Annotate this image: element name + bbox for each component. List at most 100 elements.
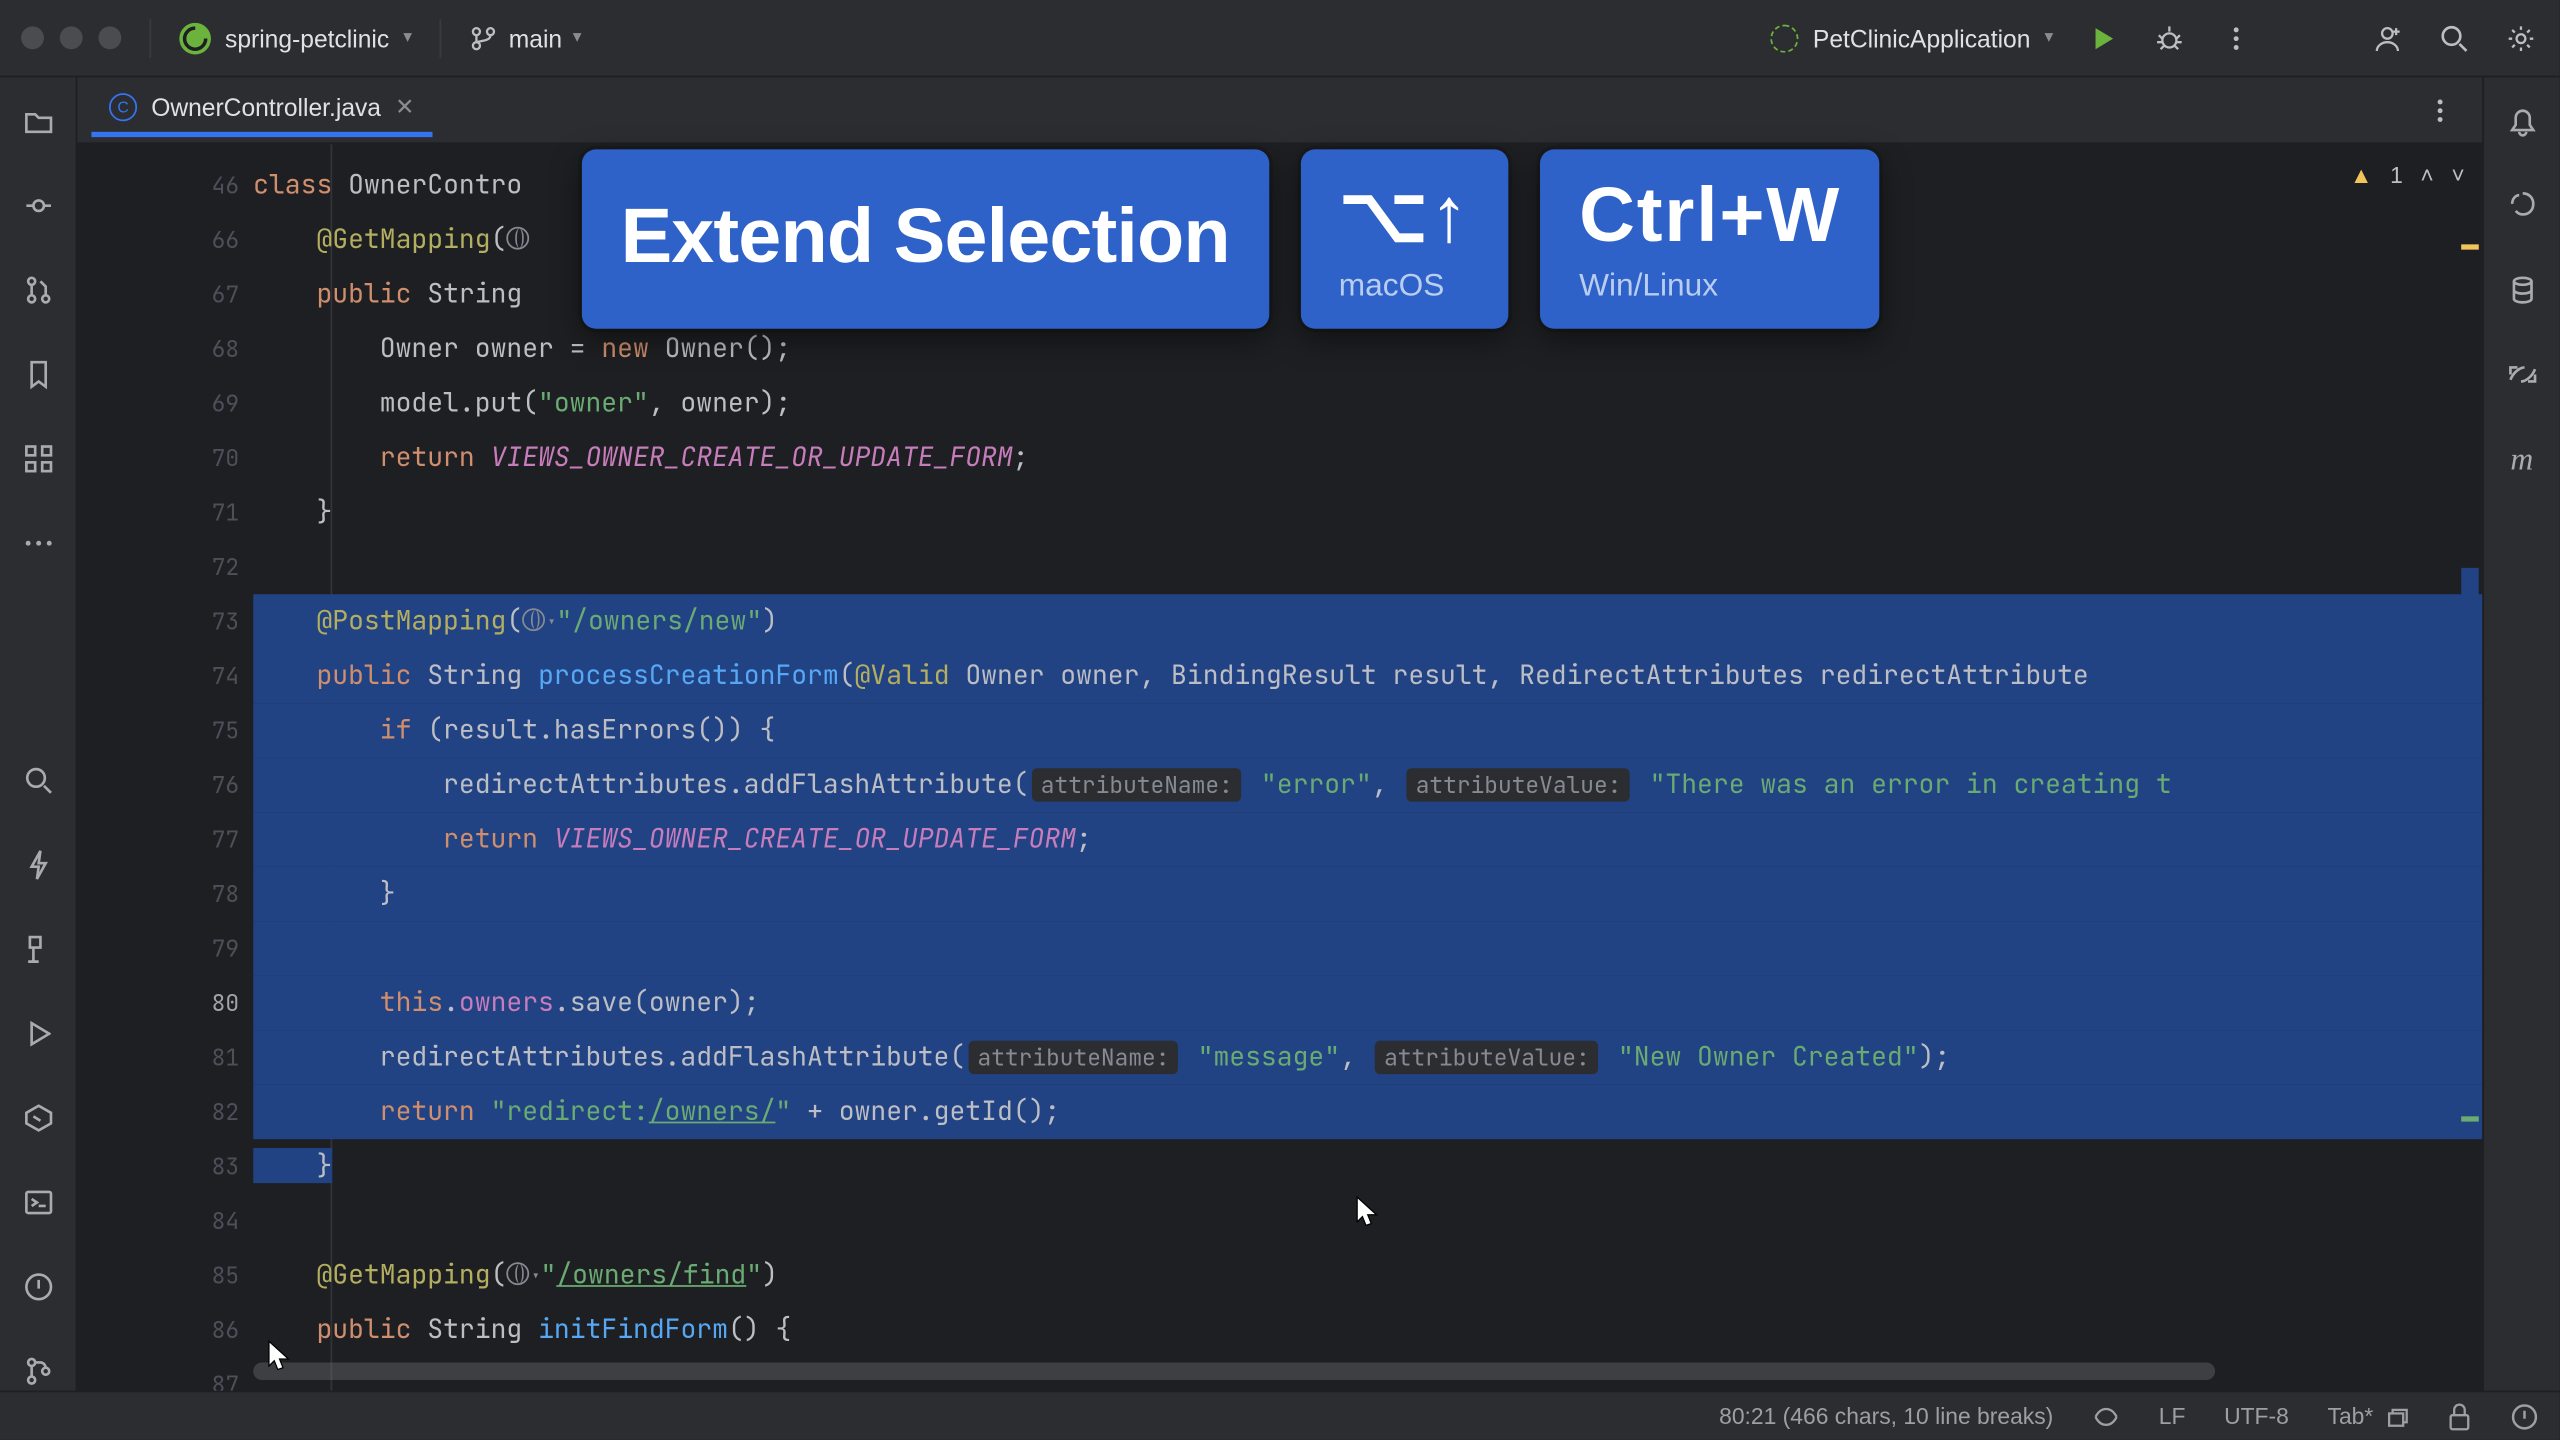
line-number[interactable]: 70 bbox=[77, 431, 253, 485]
settings-button[interactable] bbox=[2503, 20, 2538, 55]
code-line[interactable]: redirectAttributes.addFlashAttribute(att… bbox=[253, 758, 2482, 812]
spring-icon bbox=[179, 22, 211, 54]
line-number[interactable]: 87 bbox=[77, 1357, 253, 1390]
indent-settings[interactable]: Tab* bbox=[2328, 1403, 2409, 1429]
run-tool-button[interactable] bbox=[18, 1014, 57, 1053]
structure-tool-button[interactable] bbox=[18, 440, 57, 479]
overlay-win-key: Ctrl+W bbox=[1579, 171, 1841, 259]
pull-requests-tool-button[interactable] bbox=[18, 271, 57, 310]
spellcheck-button[interactable] bbox=[2092, 1404, 2120, 1429]
code-line[interactable]: Owner owner = new Owner(); bbox=[253, 322, 2482, 376]
build-tool-button[interactable] bbox=[18, 930, 57, 969]
problems-indicator[interactable] bbox=[2510, 1402, 2538, 1430]
services-tool-button[interactable] bbox=[18, 1099, 57, 1138]
code-line[interactable]: this.owners.save(owner); bbox=[253, 976, 2482, 1030]
problems-tool-button[interactable] bbox=[18, 1268, 57, 1307]
vcs-branch-selector[interactable]: main ▾ bbox=[470, 24, 581, 52]
code-line[interactable] bbox=[253, 1194, 2482, 1248]
line-number[interactable]: 80 bbox=[77, 976, 253, 1030]
editor[interactable]: ▲ 1 ˄ ˅ 46 66 67 68 69 70 71 72 73 74 75… bbox=[77, 144, 2482, 1390]
code-line[interactable]: @GetMapping(▾"/owners/find") bbox=[253, 1248, 2482, 1302]
line-number[interactable]: 78 bbox=[77, 867, 253, 921]
horizontal-scrollbar[interactable] bbox=[253, 1362, 2215, 1380]
maven-button[interactable]: m bbox=[2503, 440, 2542, 479]
code-line[interactable]: public String processCreationForm(@Valid… bbox=[253, 649, 2482, 703]
branch-name: main bbox=[509, 24, 562, 52]
code-with-me-button[interactable] bbox=[2370, 20, 2405, 55]
project-selector[interactable]: spring-petclinic ▾ bbox=[179, 22, 412, 54]
find-tool-button[interactable] bbox=[18, 761, 57, 800]
run-button[interactable] bbox=[2085, 20, 2120, 55]
project-tool-button[interactable] bbox=[18, 102, 57, 141]
chevron-down-icon: ▾ bbox=[2044, 28, 2053, 47]
more-actions-button[interactable] bbox=[2219, 20, 2254, 55]
debug-button[interactable] bbox=[2152, 20, 2187, 55]
readonly-toggle[interactable] bbox=[2447, 1402, 2472, 1430]
error-stripe[interactable] bbox=[2461, 144, 2479, 1390]
line-number[interactable]: 71 bbox=[77, 485, 253, 539]
search-button[interactable] bbox=[2437, 20, 2472, 55]
code-line[interactable]: return "redirect:/owners/" + owner.getId… bbox=[253, 1085, 2482, 1139]
notifications-button[interactable] bbox=[2503, 102, 2542, 141]
code-line[interactable] bbox=[253, 540, 2482, 594]
database-button[interactable] bbox=[2503, 271, 2542, 310]
tab-options-button[interactable] bbox=[2423, 92, 2458, 127]
close-window-button[interactable] bbox=[21, 26, 44, 49]
line-number[interactable]: 46 bbox=[77, 158, 253, 212]
file-encoding[interactable]: UTF-8 bbox=[2224, 1403, 2289, 1429]
zoom-window-button[interactable] bbox=[98, 26, 121, 49]
terminal-tool-button[interactable] bbox=[18, 1183, 57, 1222]
line-number[interactable]: 86 bbox=[77, 1303, 253, 1357]
warning-count: 1 bbox=[2390, 162, 2403, 188]
code-line[interactable]: } bbox=[253, 485, 2482, 539]
line-number[interactable]: 79 bbox=[77, 921, 253, 975]
window-controls bbox=[21, 26, 121, 49]
more-tool-button[interactable] bbox=[18, 524, 57, 563]
line-number[interactable]: 76 bbox=[77, 758, 253, 812]
line-number[interactable]: 67 bbox=[77, 267, 253, 321]
ai-assistant-button[interactable] bbox=[2503, 186, 2542, 225]
line-separator[interactable]: LF bbox=[2159, 1403, 2186, 1429]
next-highlight-button[interactable]: ˅ bbox=[2451, 162, 2464, 188]
line-number[interactable]: 83 bbox=[77, 1139, 253, 1193]
line-number[interactable]: 73 bbox=[77, 594, 253, 648]
line-number[interactable]: 74 bbox=[77, 649, 253, 703]
close-tab-button[interactable]: ✕ bbox=[395, 93, 414, 121]
line-number[interactable]: 77 bbox=[77, 812, 253, 866]
endpoints-button[interactable] bbox=[2503, 355, 2542, 394]
chevron-down-icon: ▾ bbox=[403, 28, 412, 47]
code-line[interactable]: return VIEWS_OWNER_CREATE_OR_UPDATE_FORM… bbox=[253, 431, 2482, 485]
line-number[interactable]: 72 bbox=[77, 540, 253, 594]
line-number[interactable]: 75 bbox=[77, 703, 253, 757]
code-line[interactable]: model.put("owner", owner); bbox=[253, 376, 2482, 430]
line-number[interactable]: 82 bbox=[77, 1085, 253, 1139]
code-line[interactable]: redirectAttributes.addFlashAttribute(att… bbox=[253, 1030, 2482, 1084]
code-line[interactable]: } bbox=[253, 867, 2482, 921]
line-number-gutter[interactable]: 46 66 67 68 69 70 71 72 73 74 75 76 77 7… bbox=[77, 144, 253, 1390]
line-number[interactable]: 69 bbox=[77, 376, 253, 430]
actions-tool-button[interactable] bbox=[18, 846, 57, 885]
code-line[interactable] bbox=[253, 921, 2482, 975]
code-line[interactable]: if (result.hasErrors()) { bbox=[253, 703, 2482, 757]
line-number[interactable]: 81 bbox=[77, 1030, 253, 1084]
commit-tool-button[interactable] bbox=[18, 186, 57, 225]
bookmarks-tool-button[interactable] bbox=[18, 355, 57, 394]
code-area[interactable]: class OwnerContro @GetMapping( public St… bbox=[253, 144, 2482, 1390]
inspection-widget[interactable]: ▲ 1 ˄ ˅ bbox=[2350, 162, 2465, 188]
tab-ownercontroller[interactable]: C OwnerController.java ✕ bbox=[91, 83, 431, 137]
line-number[interactable]: 85 bbox=[77, 1248, 253, 1302]
line-number[interactable]: 66 bbox=[77, 213, 253, 267]
run-configuration-selector[interactable]: PetClinicApplication ▾ bbox=[1771, 24, 2054, 52]
line-number[interactable]: 68 bbox=[77, 322, 253, 376]
code-line[interactable]: } bbox=[253, 1139, 2482, 1193]
caret-position[interactable]: 80:21 (466 chars, 10 line breaks) bbox=[1719, 1403, 2053, 1429]
overlay-title-box: Extend Selection bbox=[582, 149, 1269, 328]
minimize-window-button[interactable] bbox=[60, 26, 83, 49]
overlay-mac-box: ⌥↑ macOS bbox=[1300, 149, 1509, 328]
code-line[interactable]: @PostMapping(▾"/owners/new") bbox=[253, 594, 2482, 648]
line-number[interactable]: 84 bbox=[77, 1194, 253, 1248]
code-line[interactable]: public String initFindForm() { bbox=[253, 1303, 2482, 1357]
prev-highlight-button[interactable]: ˄ bbox=[2420, 162, 2433, 188]
code-line[interactable]: return VIEWS_OWNER_CREATE_OR_UPDATE_FORM… bbox=[253, 812, 2482, 866]
vcs-tool-button[interactable] bbox=[18, 1352, 57, 1391]
